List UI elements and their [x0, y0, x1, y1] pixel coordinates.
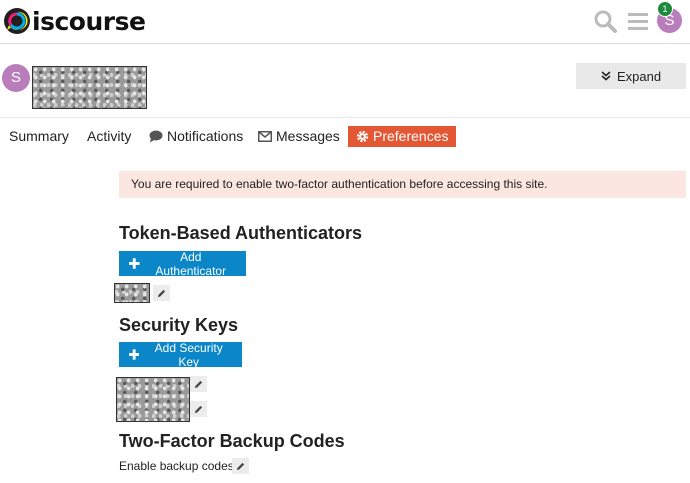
token-authenticators-heading: Token-Based Authenticators: [119, 223, 363, 243]
redacted-authenticator-name: [114, 283, 150, 303]
double-chevron-down-icon: [601, 71, 611, 81]
site-header: iscourse S 1: [0, 0, 690, 44]
tab-messages[interactable]: Messages: [258, 126, 340, 147]
tab-messages-label: Messages: [276, 128, 340, 144]
expand-label: Expand: [616, 68, 662, 84]
tab-preferences-label: Preferences: [373, 128, 449, 144]
tab-summary-label: Summary: [9, 128, 69, 144]
plus-icon: [129, 258, 140, 269]
tab-activity[interactable]: Activity: [87, 126, 131, 147]
comment-icon: [149, 130, 163, 143]
tab-notifications-label: Notifications: [167, 128, 244, 144]
pencil-icon: [237, 462, 245, 470]
user-avatar[interactable]: S: [2, 64, 30, 92]
add-authenticator-button[interactable]: Add Authenticator: [119, 249, 246, 278]
backup-codes-heading: Two-Factor Backup Codes: [119, 431, 345, 451]
security-keys-heading: Security Keys: [119, 315, 239, 335]
pencil-icon: [158, 289, 166, 297]
edit-authenticator-button[interactable]: [153, 285, 170, 301]
divider: [0, 117, 690, 118]
search-icon[interactable]: [593, 9, 617, 33]
add-security-key-label: Add Security Key: [154, 340, 223, 369]
hamburger-menu-icon[interactable]: [626, 9, 650, 33]
edit-backup-codes-button[interactable]: [232, 458, 249, 474]
redacted-username: [32, 66, 147, 109]
edit-security-key-button[interactable]: [190, 376, 207, 392]
notification-badge[interactable]: 1: [657, 1, 673, 17]
discourse-logo-icon: [4, 8, 30, 34]
discourse-logo[interactable]: iscourse: [3, 5, 146, 37]
edit-security-key-button[interactable]: [190, 401, 207, 417]
add-security-key-button[interactable]: Add Security Key: [119, 340, 242, 369]
add-authenticator-label: Add Authenticator: [155, 249, 227, 278]
expand-button[interactable]: Expand: [576, 63, 686, 89]
user-nav: Summary Activity Notifications Messages …: [0, 126, 690, 148]
logo-text: iscourse: [32, 6, 146, 36]
plus-icon: [129, 349, 140, 360]
pencil-icon: [195, 380, 203, 388]
two-factor-required-alert: You are required to enable two-factor au…: [119, 171, 686, 198]
redacted-security-key-names: [116, 377, 190, 422]
backup-codes-label: Enable backup codes: [119, 459, 234, 473]
pencil-icon: [195, 405, 203, 413]
gear-icon: [356, 130, 369, 143]
tab-activity-label: Activity: [87, 128, 132, 144]
tab-preferences[interactable]: Preferences: [348, 126, 457, 147]
envelope-icon: [258, 131, 272, 142]
tab-summary[interactable]: Summary: [9, 126, 69, 147]
tab-notifications[interactable]: Notifications: [149, 126, 243, 147]
